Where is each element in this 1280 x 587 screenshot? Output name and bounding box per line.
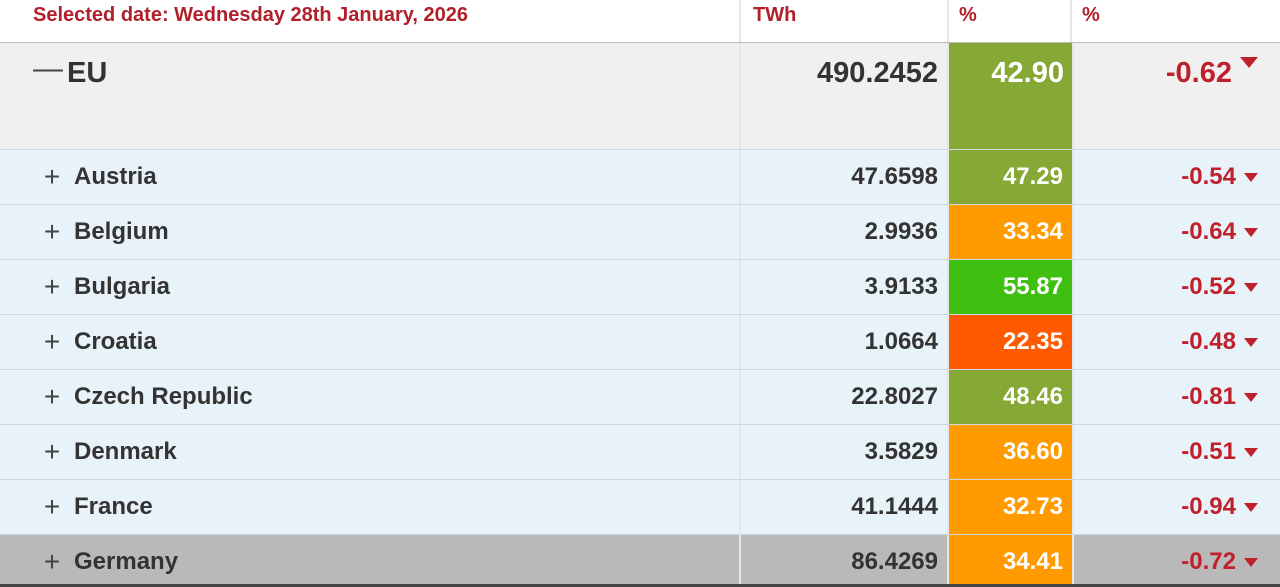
table-row[interactable]: + Austria 47.6598 47.29 -0.54 bbox=[0, 150, 1280, 205]
row-twh: 41.1444 bbox=[741, 480, 949, 534]
row-twh: 490.2452 bbox=[741, 43, 949, 149]
row-percent: 33.34 bbox=[949, 205, 1072, 259]
row-twh: 3.9133 bbox=[741, 260, 949, 314]
row-percent: 32.73 bbox=[949, 480, 1072, 534]
row-name: Germany bbox=[74, 548, 179, 575]
row-change-cell: -0.64 bbox=[1072, 205, 1280, 259]
row-name-cell: + Croatia bbox=[0, 315, 741, 369]
row-change: -0.48 bbox=[1181, 328, 1236, 355]
row-twh: 22.8027 bbox=[741, 370, 949, 424]
down-arrow-icon bbox=[1244, 392, 1258, 402]
row-name-cell: + France bbox=[0, 480, 741, 534]
row-percent: 55.87 bbox=[949, 260, 1072, 314]
row-change-cell: -0.62 bbox=[1072, 43, 1280, 149]
row-name: Croatia bbox=[74, 328, 157, 355]
row-twh: 86.4269 bbox=[741, 535, 949, 587]
row-twh: 47.6598 bbox=[741, 150, 949, 204]
row-change: -0.72 bbox=[1181, 548, 1236, 575]
row-change-cell: -0.72 bbox=[1072, 535, 1280, 587]
down-arrow-icon bbox=[1244, 282, 1258, 292]
row-percent: 47.29 bbox=[949, 150, 1072, 204]
column-header-twh[interactable]: TWh bbox=[741, 0, 949, 42]
row-name: Bulgaria bbox=[74, 273, 171, 300]
expand-icon[interactable]: + bbox=[42, 493, 62, 521]
row-name: Denmark bbox=[74, 438, 177, 465]
table-row[interactable]: + Belgium 2.9936 33.34 -0.64 bbox=[0, 205, 1280, 260]
row-name-cell: + Bulgaria bbox=[0, 260, 741, 314]
table-row[interactable]: + Denmark 3.5829 36.60 -0.51 bbox=[0, 425, 1280, 480]
row-name-cell: + Austria bbox=[0, 150, 741, 204]
down-arrow-icon bbox=[1244, 557, 1258, 567]
expand-icon[interactable]: + bbox=[42, 438, 62, 466]
column-header-change[interactable]: % bbox=[1072, 0, 1280, 42]
row-change-cell: -0.52 bbox=[1072, 260, 1280, 314]
collapse-icon[interactable]: — bbox=[33, 54, 63, 84]
row-percent: 42.90 bbox=[949, 43, 1072, 149]
expand-icon[interactable]: + bbox=[42, 163, 62, 191]
row-name: EU bbox=[67, 57, 108, 89]
row-name-cell: — EU bbox=[0, 43, 741, 149]
row-change-cell: -0.51 bbox=[1072, 425, 1280, 479]
row-name: France bbox=[74, 493, 153, 520]
expand-icon[interactable]: + bbox=[42, 273, 62, 301]
expand-icon[interactable]: + bbox=[42, 383, 62, 411]
column-header-percent[interactable]: % bbox=[949, 0, 1072, 42]
expand-icon[interactable]: + bbox=[42, 328, 62, 356]
row-name: Belgium bbox=[74, 218, 169, 245]
row-change: -0.64 bbox=[1181, 218, 1236, 245]
row-name: Czech Republic bbox=[74, 383, 253, 410]
energy-table: Selected date: Wednesday 28th January, 2… bbox=[0, 0, 1280, 587]
country-rows: + Austria 47.6598 47.29 -0.54 + Belgium 2.9936 3… bbox=[0, 150, 1280, 587]
row-change: -0.62 bbox=[1165, 57, 1232, 89]
row-change-cell: -0.81 bbox=[1072, 370, 1280, 424]
row-change: -0.81 bbox=[1181, 383, 1236, 410]
down-arrow-icon bbox=[1244, 172, 1258, 182]
table-row[interactable]: + France 41.1444 32.73 -0.94 bbox=[0, 480, 1280, 535]
down-arrow-icon bbox=[1244, 227, 1258, 237]
table-row[interactable]: + Germany 86.4269 34.41 -0.72 bbox=[0, 535, 1280, 587]
row-percent: 22.35 bbox=[949, 315, 1072, 369]
row-name-cell: + Belgium bbox=[0, 205, 741, 259]
row-name-cell: + Czech Republic bbox=[0, 370, 741, 424]
row-twh: 2.9936 bbox=[741, 205, 949, 259]
row-twh: 3.5829 bbox=[741, 425, 949, 479]
row-name-cell: + Germany bbox=[0, 535, 741, 587]
row-change-cell: -0.54 bbox=[1072, 150, 1280, 204]
row-change: -0.94 bbox=[1181, 493, 1236, 520]
down-arrow-icon bbox=[1240, 57, 1258, 68]
row-percent: 48.46 bbox=[949, 370, 1072, 424]
selected-date-label: Selected date: Wednesday 28th January, 2… bbox=[0, 0, 741, 42]
table-header: Selected date: Wednesday 28th January, 2… bbox=[0, 0, 1280, 43]
row-name-cell: + Denmark bbox=[0, 425, 741, 479]
row-name: Austria bbox=[74, 163, 157, 190]
row-change-cell: -0.94 bbox=[1072, 480, 1280, 534]
table-row-eu[interactable]: — EU 490.2452 42.90 -0.62 bbox=[0, 43, 1280, 150]
row-percent: 34.41 bbox=[949, 535, 1072, 587]
expand-icon[interactable]: + bbox=[42, 218, 62, 246]
row-change: -0.52 bbox=[1181, 273, 1236, 300]
down-arrow-icon bbox=[1244, 337, 1258, 347]
row-change-cell: -0.48 bbox=[1072, 315, 1280, 369]
row-change: -0.51 bbox=[1181, 438, 1236, 465]
table-row[interactable]: + Bulgaria 3.9133 55.87 -0.52 bbox=[0, 260, 1280, 315]
table-row[interactable]: + Czech Republic 22.8027 48.46 -0.81 bbox=[0, 370, 1280, 425]
row-change: -0.54 bbox=[1181, 163, 1236, 190]
row-percent: 36.60 bbox=[949, 425, 1072, 479]
expand-icon[interactable]: + bbox=[42, 548, 62, 576]
row-twh: 1.0664 bbox=[741, 315, 949, 369]
table-row[interactable]: + Croatia 1.0664 22.35 -0.48 bbox=[0, 315, 1280, 370]
down-arrow-icon bbox=[1244, 502, 1258, 512]
down-arrow-icon bbox=[1244, 447, 1258, 457]
